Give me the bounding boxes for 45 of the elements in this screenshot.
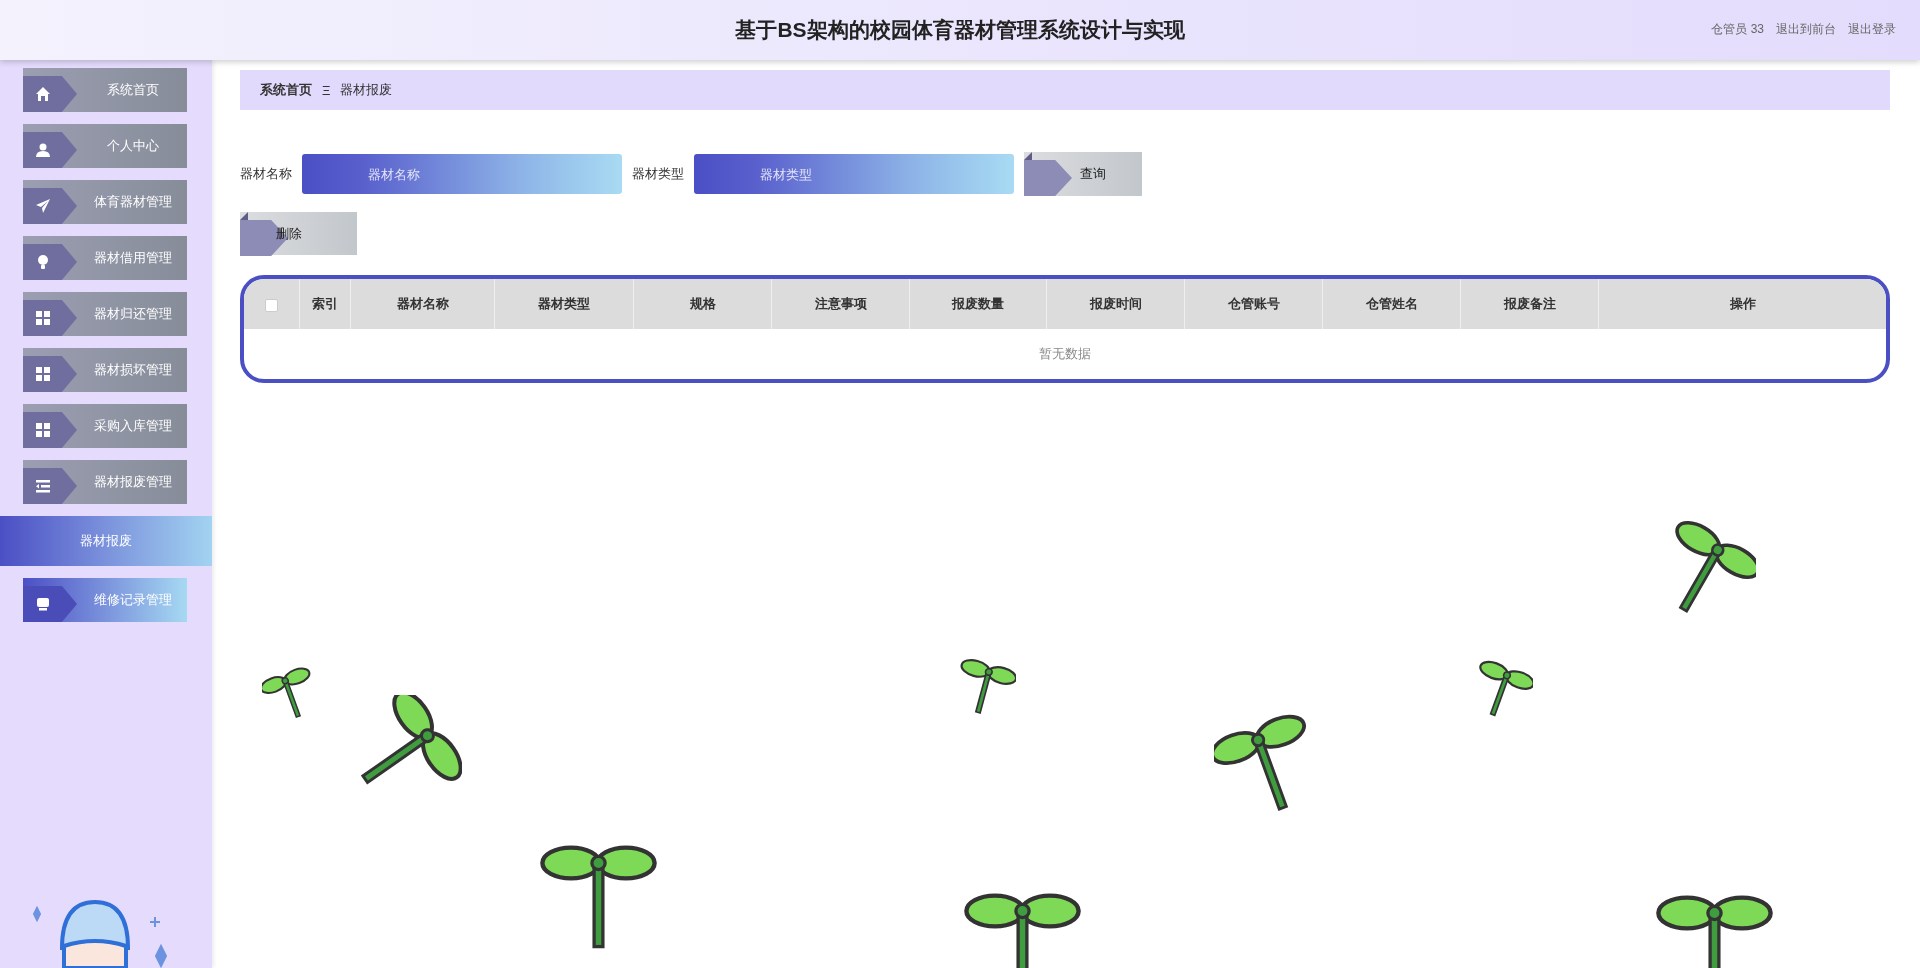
- breadcrumb-link[interactable]: 系统首页: [260, 81, 312, 99]
- column-header: 器材名称: [350, 279, 495, 329]
- grid-icon: [35, 310, 51, 326]
- home-icon: [35, 86, 51, 102]
- sidebar-item[interactable]: 系统首页: [23, 68, 187, 112]
- sidebar-item[interactable]: 体育器材管理: [23, 180, 187, 224]
- sidebar-item[interactable]: 维修记录管理: [23, 578, 187, 622]
- header-link[interactable]: 退出到前台: [1776, 21, 1836, 38]
- sidebar-item[interactable]: 器材损坏管理: [23, 348, 187, 392]
- query-button[interactable]: 查询: [1024, 152, 1142, 196]
- search-field[interactable]: 器材名称: [302, 154, 622, 194]
- breadcrumb-link[interactable]: 器材报废: [340, 81, 393, 99]
- column-header: 器材类型: [494, 279, 634, 329]
- sidebar-item[interactable]: 器材借用管理: [23, 236, 187, 280]
- grid-icon: [35, 422, 51, 438]
- column-header: 报废数量: [909, 279, 1047, 329]
- column-header: 注意事项: [771, 279, 910, 329]
- column-header: 索引: [299, 279, 351, 329]
- lightbulb-icon: [35, 254, 51, 270]
- column-header: 规格: [633, 279, 772, 329]
- field-label: 器材类型: [632, 165, 684, 183]
- user-name: 仓管员 33: [1711, 21, 1764, 38]
- list-icon: [35, 478, 51, 494]
- person-icon: [35, 142, 51, 158]
- paper-plane-icon: [35, 198, 51, 214]
- column-header: 仓管姓名: [1322, 279, 1461, 329]
- sidebar-item[interactable]: 器材报废管理: [23, 460, 187, 504]
- search-field[interactable]: 器材类型: [694, 154, 1014, 194]
- field-label: 器材名称: [240, 165, 292, 183]
- sidebar-item[interactable]: 器材归还管理: [23, 292, 187, 336]
- submenu-item[interactable]: 器材报废: [0, 516, 212, 566]
- column-header: 报废时间: [1046, 279, 1185, 329]
- delete-button[interactable]: 删除: [240, 212, 357, 255]
- tray-icon: [35, 596, 51, 612]
- empty-message: 暂无数据: [244, 329, 1886, 379]
- column-header: 操作: [1598, 279, 1886, 329]
- select-all-checkbox[interactable]: [265, 298, 278, 312]
- header-link[interactable]: 退出登录: [1848, 21, 1896, 38]
- sidebar-item[interactable]: 采购入库管理: [23, 404, 187, 448]
- page-title: 基于BS架构的校园体育器材管理系统设计与实现: [735, 17, 1185, 43]
- column-header: 仓管账号: [1184, 279, 1323, 329]
- grid-icon: [35, 366, 51, 382]
- sidebar-item[interactable]: 个人中心: [23, 124, 187, 168]
- column-header: 报废备注: [1460, 279, 1599, 329]
- breadcrumb-separator: Ξ: [322, 82, 331, 98]
